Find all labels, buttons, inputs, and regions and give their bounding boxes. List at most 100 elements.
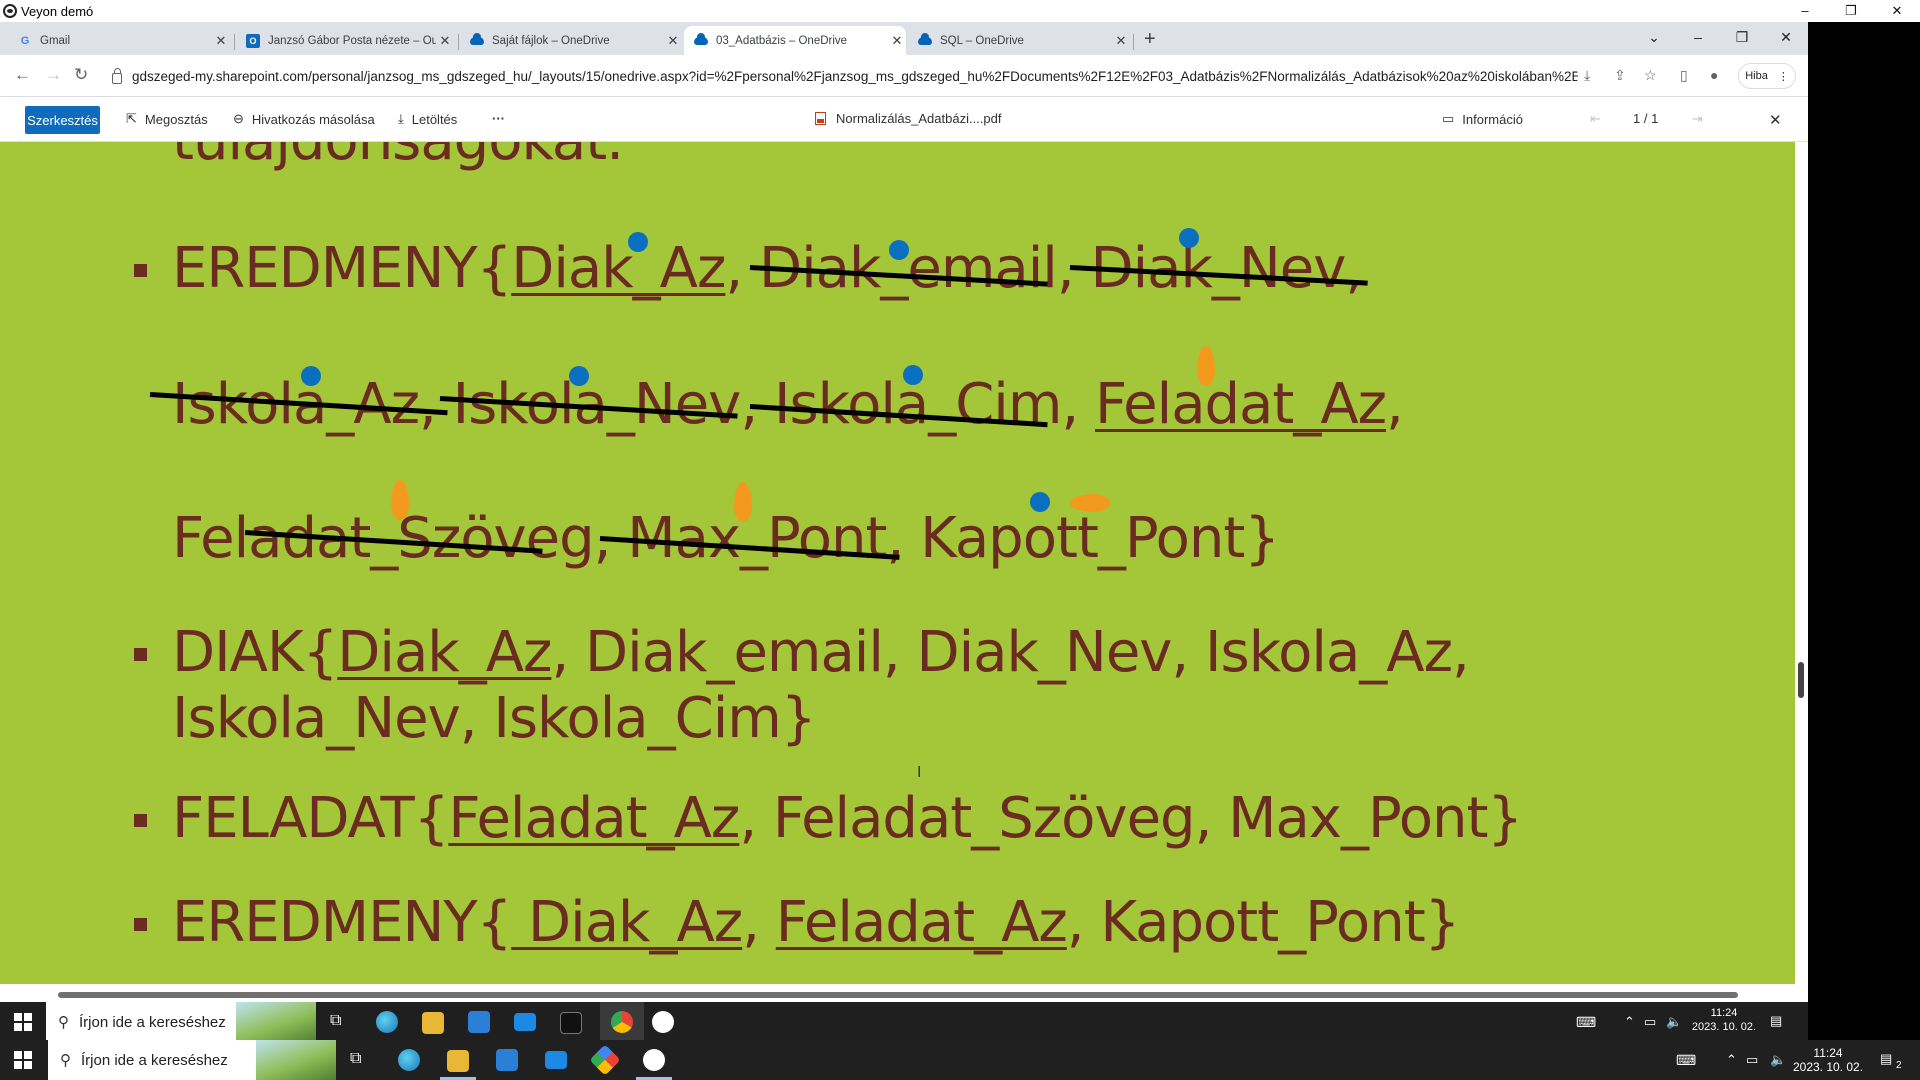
tab-label: SQL – OneDrive: [940, 34, 1024, 47]
tab-separator: [1133, 34, 1134, 50]
annotation-dot: [301, 366, 321, 386]
attribute-text: , Kapott_Pont}: [886, 506, 1280, 571]
attribute-key: Feladat_Az: [448, 786, 740, 851]
notifications-icon[interactable]: ▤: [1880, 1051, 1892, 1067]
tray-expand-icon[interactable]: ⌃: [1726, 1052, 1737, 1068]
chrome-icon[interactable]: [611, 1011, 633, 1033]
remote-clock[interactable]: 11:24 2023. 10. 02.: [1684, 1006, 1764, 1034]
share-icon[interactable]: ⇪: [1614, 67, 1626, 84]
annotation-dot: [903, 365, 923, 385]
tab-sql[interactable]: SQL – OneDrive ✕: [908, 26, 1130, 55]
tab-separator: [458, 34, 459, 50]
tab-close-icon[interactable]: ✕: [1112, 33, 1130, 49]
tab-close-icon[interactable]: ✕: [212, 33, 230, 49]
annotation-dot: [1030, 492, 1050, 512]
file-explorer-icon[interactable]: [447, 1050, 469, 1072]
link-icon: ⊖: [233, 111, 244, 126]
bullet-feladat: [134, 814, 147, 827]
share-icon: ⇱: [126, 111, 137, 126]
tab-label: Saját fájlok – OneDrive: [492, 34, 610, 47]
host-clock[interactable]: 11:24 2023. 10. 02.: [1788, 1046, 1868, 1074]
attribute-struck: Max_Pont: [627, 506, 887, 571]
windows-start-icon[interactable]: [14, 1013, 32, 1031]
horizontal-scrollbar-thumb[interactable]: [58, 992, 1738, 998]
tab-adatbazis[interactable]: 03_Adatbázis – OneDrive ✕: [684, 26, 906, 55]
tab-sajat-fajlok[interactable]: Saját fájlok – OneDrive ✕: [460, 26, 682, 55]
veyon-close-button[interactable]: ✕: [1874, 0, 1920, 22]
relation-name: FELADAT{: [172, 786, 449, 851]
mail-icon[interactable]: [545, 1051, 567, 1069]
edge-icon[interactable]: [376, 1011, 398, 1033]
tab-gmail[interactable]: G Gmail ✕: [8, 26, 230, 55]
volume-icon[interactable]: 🔈: [1666, 1014, 1682, 1030]
reload-icon[interactable]: ↻: [74, 65, 88, 85]
install-icon[interactable]: ⤓: [1584, 67, 1590, 84]
download-button[interactable]: ⤓ Letöltés: [398, 111, 457, 127]
task-view-icon[interactable]: ⧉: [350, 1050, 361, 1068]
volume-icon[interactable]: 🔈: [1770, 1052, 1786, 1068]
tab-outlook[interactable]: O Janzsó Gábor Posta nézete – Outlook ✕: [236, 26, 454, 55]
forward-arrow-icon[interactable]: →: [45, 65, 62, 85]
store-icon[interactable]: [496, 1049, 518, 1071]
more-options-button[interactable]: ···: [492, 111, 505, 126]
network-icon[interactable]: ▭: [1644, 1014, 1656, 1030]
profile-error-button[interactable]: Hiba ⋮: [1738, 63, 1796, 89]
tab-separator: [234, 34, 235, 50]
profile-avatar-icon[interactable]: ●: [1710, 67, 1718, 83]
info-button[interactable]: ▭ Információ: [1442, 111, 1523, 127]
tray-expand-icon[interactable]: ⌃: [1624, 1014, 1635, 1030]
browser-window: G Gmail ✕ O Janzsó Gábor Posta nézete – …: [0, 22, 1808, 1022]
bullet-eredmeny-final: [134, 918, 147, 931]
menu-dots-icon[interactable]: ⋮: [1778, 70, 1789, 83]
file-explorer-icon[interactable]: [422, 1012, 444, 1034]
tab-search-button[interactable]: ⌄: [1632, 22, 1676, 55]
host-search-box[interactable]: ⚲ Írjon ide a kereséshez: [48, 1040, 336, 1080]
new-tab-button[interactable]: +: [1144, 28, 1156, 51]
close-viewer-button[interactable]: ✕: [1769, 111, 1782, 129]
bookmark-star-icon[interactable]: ☆: [1644, 67, 1657, 84]
notifications-icon[interactable]: ▤: [1770, 1013, 1782, 1029]
annotation-flame: [1070, 494, 1110, 512]
mail-icon[interactable]: [514, 1013, 536, 1031]
veyon-minimize-button[interactable]: –: [1782, 0, 1828, 22]
onedrive-icon: [470, 32, 484, 48]
clock-date: 2023. 10. 02.: [1691, 1021, 1757, 1033]
share-button[interactable]: ⇱ Megosztás: [126, 111, 208, 127]
network-icon[interactable]: ▭: [1746, 1052, 1758, 1068]
keyboard-icon[interactable]: ⌨: [1676, 1052, 1696, 1069]
copy-link-button[interactable]: ⊖ Hivatkozás másolása: [233, 111, 375, 127]
separator: ,: [1386, 372, 1404, 437]
copy-link-label: Hivatkozás másolása: [251, 111, 375, 127]
last-page-icon[interactable]: ⇥: [1692, 111, 1703, 127]
keyboard-icon[interactable]: ⌨: [1576, 1014, 1596, 1031]
side-panel-icon[interactable]: ▯: [1680, 67, 1688, 84]
close-window-button[interactable]: ✕: [1764, 22, 1808, 55]
first-page-icon[interactable]: ⇤: [1590, 111, 1601, 127]
maximize-button[interactable]: ❐: [1720, 22, 1764, 55]
store-icon[interactable]: [468, 1011, 490, 1033]
search-placeholder: Írjon ide a kereséshez: [79, 1013, 226, 1031]
download-icon: ⤓: [398, 111, 404, 126]
task-view-icon[interactable]: ⧉: [330, 1012, 341, 1030]
windows-start-icon[interactable]: [14, 1051, 32, 1069]
remote-search-box[interactable]: ⚲ Írjon ide a kereséshez: [46, 1002, 316, 1042]
veyon-restore-button[interactable]: ❐: [1828, 0, 1874, 22]
edit-button[interactable]: Szerkesztés: [25, 106, 100, 134]
annotation-dot: [569, 366, 589, 386]
lock-icon[interactable]: [112, 67, 122, 84]
edge-icon[interactable]: [398, 1049, 420, 1071]
tab-close-icon[interactable]: ✕: [888, 33, 906, 49]
file-name: Normalizálás_Adatbázi....pdf: [836, 111, 1002, 126]
address-bar[interactable]: gdszeged-my.sharepoint.com/personal/janz…: [108, 61, 1578, 91]
google-icon: G: [20, 34, 30, 47]
vertical-scrollbar-thumb[interactable]: [1798, 662, 1804, 698]
minimize-button[interactable]: –: [1676, 22, 1720, 55]
tab-close-icon[interactable]: ✕: [664, 33, 682, 49]
veyon-master-icon[interactable]: [589, 1044, 621, 1076]
terminal-icon[interactable]: [560, 1012, 582, 1034]
veyon-taskbar-icon[interactable]: [643, 1049, 665, 1071]
veyon-taskbar-icon[interactable]: [652, 1011, 674, 1033]
back-arrow-icon[interactable]: ←: [14, 65, 31, 85]
tab-close-icon[interactable]: ✕: [436, 33, 454, 49]
outlook-icon: O: [246, 33, 260, 48]
